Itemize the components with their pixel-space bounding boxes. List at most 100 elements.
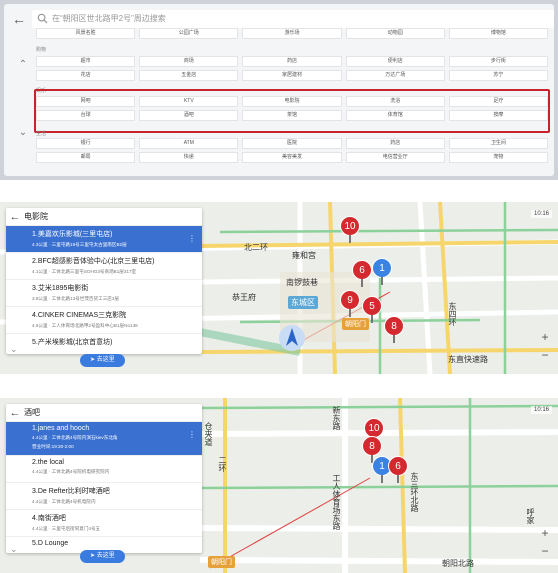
map-label-road: 东三环北路 bbox=[410, 472, 419, 512]
category-item[interactable]: 博物馆 bbox=[448, 28, 549, 39]
category-item[interactable]: 风景名胜 bbox=[36, 28, 136, 39]
location-arrow-icon bbox=[279, 325, 305, 351]
list-item[interactable]: 2.BFC超感影音体验中心(北京三里屯店) 4.1公里 · 工体北路三里屯SOH… bbox=[6, 253, 202, 280]
list-title: 电影院 bbox=[24, 212, 48, 221]
map-pin[interactable]: 6 bbox=[352, 260, 372, 287]
category-grid-shopping: 超市 商场 药店 便利店 步行街 花店 五金店 家居建材 万达广场 苏宁 bbox=[36, 56, 549, 84]
map-pin-selected[interactable]: 1 bbox=[372, 258, 392, 285]
category-item[interactable]: 超市 bbox=[36, 56, 136, 67]
item-title: 4.南街酒吧 bbox=[32, 515, 66, 522]
go-here-button[interactable]: ➤ 去这里 bbox=[80, 354, 125, 367]
category-item[interactable]: 五金店 bbox=[139, 70, 239, 81]
item-subtitle: 4.4公里 · 工体北路4号院机电研究院内 bbox=[32, 469, 110, 474]
category-item[interactable]: 银行 bbox=[36, 138, 136, 149]
map-view-cinema[interactable]: 北二环 雍和宫 南锣鼓巷 恭王府 东城区 朝阳门 东四环 东直快速路 10 6 … bbox=[0, 202, 558, 374]
category-item[interactable]: 卫生间 bbox=[448, 138, 549, 149]
more-icon[interactable]: ⋮ bbox=[188, 430, 196, 439]
item-title: 3.De Refter比利时啤酒吧 bbox=[32, 488, 110, 495]
map-pin[interactable]: 8 bbox=[384, 316, 404, 343]
category-item[interactable]: 美容美发 bbox=[242, 152, 342, 163]
map-label-ring: 北二环 bbox=[244, 243, 268, 252]
list-title: 酒吧 bbox=[24, 408, 40, 417]
scroll-down-icon[interactable]: ⌄ bbox=[10, 344, 18, 354]
map-label-road: 呼家 bbox=[526, 508, 535, 524]
back-arrow-icon[interactable]: ← bbox=[6, 407, 24, 419]
zoom-in-icon[interactable]: + bbox=[538, 330, 552, 344]
item-subtitle: 4.1公里 · 工体北路三里屯SOHO3号商场B1层317室 bbox=[32, 269, 137, 274]
zoom-in-icon[interactable]: + bbox=[538, 526, 552, 540]
map-label-road: 二环 bbox=[218, 456, 227, 472]
category-item[interactable]: 电信营业厅 bbox=[345, 152, 445, 163]
category-item[interactable]: 药店 bbox=[345, 138, 445, 149]
map-pin[interactable]: 5 bbox=[362, 296, 382, 323]
search-input[interactable]: 在“朝阳区世北路甲2号”周边搜索 bbox=[32, 10, 554, 28]
list-item-selected[interactable]: 1.美嘉欢乐影城(三里屯店) 4.3公里 · 三里屯路19号三里屯太古里南区B2… bbox=[6, 226, 202, 253]
category-item[interactable]: 游乐场 bbox=[242, 28, 342, 39]
category-item[interactable]: 邮局 bbox=[36, 152, 136, 163]
search-icon bbox=[37, 13, 48, 24]
category-item[interactable]: ATM bbox=[139, 138, 239, 149]
list-item[interactable]: 3.De Refter比利时啤酒吧 4.4公里 · 工体北路4号机电院内 bbox=[6, 483, 202, 510]
item-subtitle: 4.4公里 · 工体北路4号机电院内 bbox=[32, 499, 96, 504]
item-title: 4.CINKER CINEMAS三克影院 bbox=[32, 312, 127, 319]
collapse-down-icon[interactable]: ⌄ bbox=[16, 126, 30, 140]
district-tag: 东城区 bbox=[288, 296, 318, 309]
list-item[interactable]: 4.CINKER CINEMAS三克影院 4.6公里 · 工人体育场北路甲2号盈… bbox=[6, 307, 202, 334]
back-arrow-icon[interactable]: ← bbox=[6, 211, 24, 223]
category-item[interactable]: 花店 bbox=[36, 70, 136, 81]
item-title: 3.艾米1895电影街 bbox=[32, 285, 89, 292]
navigate-icon: ➤ bbox=[90, 553, 97, 559]
category-item[interactable]: 万达广场 bbox=[345, 70, 445, 81]
back-arrow-icon[interactable]: ← bbox=[10, 10, 28, 28]
time-label: 10:16 bbox=[530, 210, 552, 218]
result-list: ← 电影院 ⌃ 1.美嘉欢乐影城(三里屯店) 4.3公里 · 三里屯路19号三里… bbox=[6, 208, 202, 354]
map-pin[interactable]: 9 bbox=[340, 290, 360, 317]
category-item[interactable]: 步行街 bbox=[448, 56, 549, 67]
category-item[interactable]: 宠物 bbox=[448, 152, 549, 163]
category-item[interactable]: 公园广场 bbox=[139, 28, 239, 39]
map-label-road: 新东路 bbox=[332, 406, 341, 430]
list-header: ← 电影院 bbox=[6, 208, 202, 226]
item-title: 1.美嘉欢乐影城(三里屯店) bbox=[32, 231, 113, 238]
item-title: 5.产米埃影城(北京首意坊) bbox=[32, 339, 113, 346]
category-label-life: 生活 bbox=[36, 131, 47, 137]
map-view-bar[interactable]: 新东路 工人体育场东路 东三环北路 仓夹道 二环 朝阳北路 朝阳门 呼家 10 … bbox=[0, 398, 558, 573]
map-pin[interactable]: 6 bbox=[388, 456, 408, 483]
category-panel: ← 在“朝阳区世北路甲2号”周边搜索 风景名胜 公园广场 游乐场 动物园 博物馆… bbox=[0, 0, 558, 180]
category-item[interactable]: 药店 bbox=[242, 56, 342, 67]
category-sheet: ← 在“朝阳区世北路甲2号”周边搜索 风景名胜 公园广场 游乐场 动物园 博物馆… bbox=[4, 4, 554, 176]
category-label-shopping: 购物 bbox=[36, 47, 47, 53]
map-label-road: 东直快速路 bbox=[448, 355, 488, 364]
more-icon[interactable]: ⋮ bbox=[188, 234, 196, 243]
item-hours: 营业时间:19:30-2:00 bbox=[32, 444, 74, 449]
category-item[interactable]: 家居建材 bbox=[242, 70, 342, 81]
list-item[interactable]: 5.产米埃影城(北京首意坊) bbox=[6, 334, 202, 354]
navigate-icon: ➤ bbox=[90, 357, 97, 363]
list-header: ← 酒吧 bbox=[6, 404, 202, 422]
category-item[interactable]: 苏宁 bbox=[448, 70, 549, 81]
zoom-out-icon[interactable]: − bbox=[538, 544, 552, 558]
category-item[interactable]: 快递 bbox=[139, 152, 239, 163]
category-item[interactable]: 便利店 bbox=[345, 56, 445, 67]
map-label-road: 仓夹道 bbox=[204, 422, 213, 446]
item-title: 5.D Lounge bbox=[32, 540, 69, 547]
list-item[interactable]: 2.the local 4.4公里 · 工体北路4号院机电研究院内 bbox=[6, 456, 202, 483]
search-placeholder: 在“朝阳区世北路甲2号”周边搜索 bbox=[52, 14, 166, 23]
item-subtitle: 4.3公里 · 三里屯路19号三里屯太古里南区B2层 bbox=[32, 242, 127, 247]
category-item[interactable]: 医院 bbox=[242, 138, 342, 149]
category-item[interactable]: 动物园 bbox=[345, 28, 445, 39]
collapse-up-icon[interactable]: ⌃ bbox=[16, 58, 30, 72]
map-pin[interactable]: 10 bbox=[340, 216, 360, 243]
item-subtitle: 4.4公里 · 工体北路4号院内演石kiev东北角 bbox=[32, 435, 118, 440]
category-item[interactable]: 商场 bbox=[139, 56, 239, 67]
item-subtitle: 3.9公里 · 工体北路13号世茂百货工三店3层 bbox=[32, 296, 120, 301]
category-grid-scenic: 风景名胜 公园广场 游乐场 动物园 博物馆 bbox=[36, 28, 549, 42]
list-item[interactable]: 3.艾米1895电影街 3.9公里 · 工体北路13号世茂百货工三店3层 bbox=[6, 280, 202, 307]
list-item-selected[interactable]: 1.janes and hooch 4.4公里 · 工体北路4号院内演石kiev… bbox=[6, 422, 202, 456]
map-label-road: 东四环 bbox=[448, 302, 457, 326]
list-item[interactable]: 4.南街酒吧 4.4公里 · 三里屯后街同意门4号五 bbox=[6, 510, 202, 537]
time-label: 10:16 bbox=[530, 406, 552, 414]
go-here-button[interactable]: ➤ 去这里 bbox=[80, 550, 125, 563]
zoom-out-icon[interactable]: − bbox=[538, 348, 552, 362]
scroll-down-icon[interactable]: ⌄ bbox=[10, 544, 18, 553]
